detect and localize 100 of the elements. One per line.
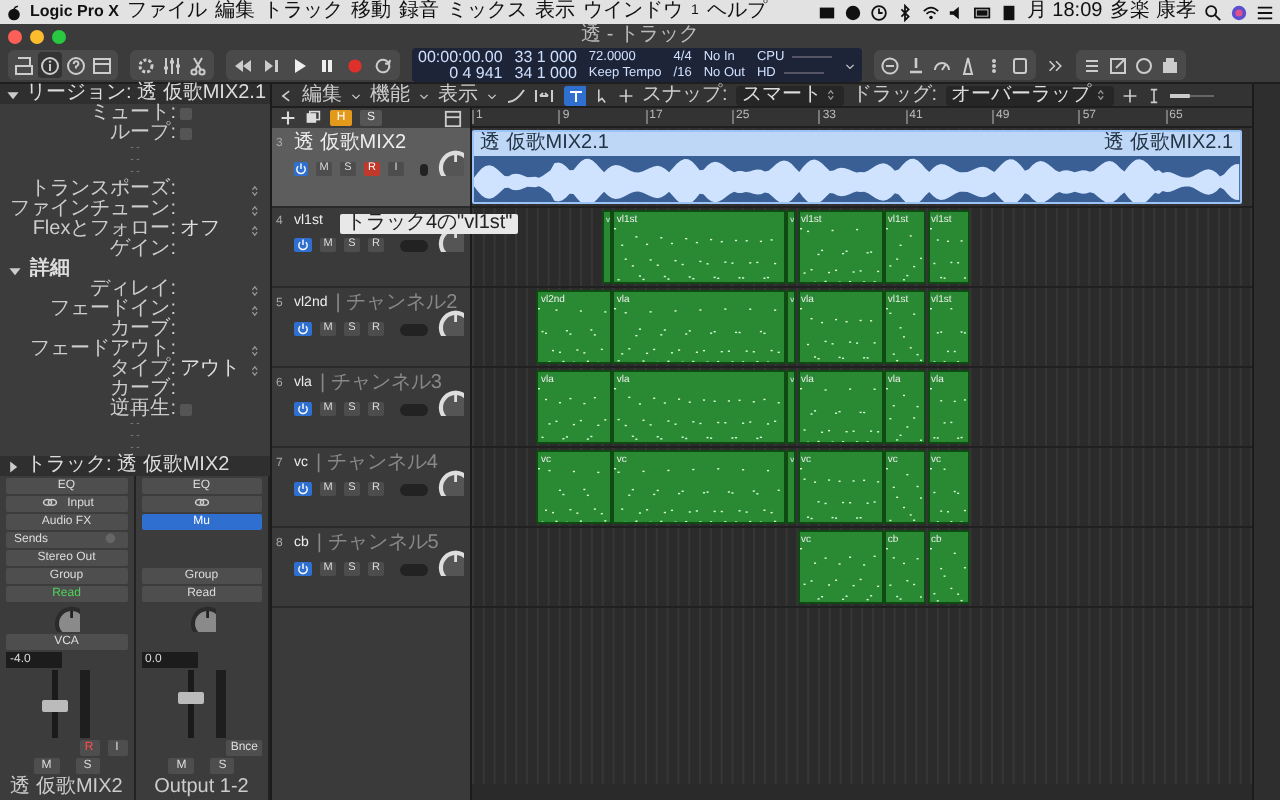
knob[interactable] (436, 147, 464, 175)
back-icon[interactable] (278, 85, 294, 105)
power-button[interactable] (294, 482, 312, 496)
bluetooth-icon[interactable] (896, 3, 915, 21)
tuner-button[interactable] (878, 52, 903, 78)
fader-handle[interactable] (42, 700, 69, 713)
scrollbar[interactable] (1252, 84, 1280, 800)
zoom-button[interactable] (52, 29, 66, 43)
knob[interactable] (187, 604, 216, 632)
knob[interactable] (436, 467, 464, 495)
notepad-icon (1108, 55, 1129, 75)
crosshair-icon[interactable] (618, 85, 634, 105)
stepper-icon[interactable] (250, 361, 262, 379)
toggle-switch[interactable] (400, 323, 428, 335)
browser-button[interactable] (1158, 52, 1183, 78)
menu-item[interactable]: ウインドウ (582, 2, 683, 22)
editor-button[interactable] (90, 52, 114, 78)
duplicate-icon[interactable] (304, 110, 322, 126)
minimize-button[interactable] (30, 29, 44, 43)
power-button[interactable] (294, 322, 312, 336)
add-icon[interactable] (280, 110, 296, 126)
close-button[interactable] (8, 29, 22, 43)
menu-item[interactable]: ファイル (126, 2, 207, 22)
curve-icon[interactable] (506, 85, 526, 105)
stepper-icon[interactable] (250, 341, 262, 359)
stepper-icon[interactable] (250, 201, 262, 219)
checkbox[interactable] (180, 128, 192, 140)
toggle-switch[interactable] (420, 163, 428, 175)
field-value[interactable]: アウト (180, 360, 240, 380)
menu-item[interactable]: 編集 (214, 2, 255, 22)
link-button[interactable] (141, 496, 262, 512)
field-label: ゲイン: (108, 240, 178, 260)
toggle-switch[interactable] (400, 403, 428, 415)
document-icon[interactable] (1000, 3, 1019, 21)
help-button[interactable] (64, 52, 88, 78)
channel-name: | チャンネル5 (316, 534, 439, 554)
audio-region[interactable]: 透 仮歌MIX2.1 透 仮歌MIX2.1 (472, 130, 1242, 204)
checkbox[interactable] (180, 404, 192, 416)
app-menu[interactable]: Logic Pro X (30, 2, 119, 22)
checkbox[interactable] (180, 108, 192, 120)
circle-icon[interactable] (844, 3, 863, 21)
system-menu-icon[interactable] (6, 3, 22, 21)
clock-text[interactable]: 月 18:09 (1026, 2, 1103, 22)
search-icon[interactable] (1204, 3, 1222, 21)
power-button[interactable] (294, 402, 312, 416)
list-icon[interactable] (1256, 3, 1274, 21)
stepper-icon[interactable] (250, 181, 262, 199)
snap-region-icon[interactable] (562, 85, 586, 105)
knob[interactable] (436, 547, 464, 575)
power-button[interactable] (294, 238, 312, 253)
power-icon (296, 482, 310, 496)
section-title[interactable]: 詳細 (30, 260, 70, 280)
tray-icon[interactable] (444, 109, 462, 127)
toggle-switch[interactable] (400, 483, 428, 495)
scissors-button[interactable] (186, 52, 210, 78)
toggle-switch[interactable] (400, 563, 428, 575)
disclosure-triangle-icon[interactable] (8, 263, 22, 277)
notepad-button[interactable] (1106, 52, 1131, 78)
clock-icon[interactable] (870, 3, 889, 21)
battery-icon[interactable] (974, 3, 993, 21)
orb-icon[interactable] (1230, 3, 1248, 21)
drag-dropdown[interactable]: オーバーラップ (945, 85, 1114, 105)
menu-item[interactable]: 移動 (350, 2, 391, 22)
power-button[interactable] (294, 562, 312, 576)
knob[interactable] (436, 387, 464, 415)
inspector-button[interactable] (38, 52, 62, 78)
level-meter (215, 670, 226, 738)
text-cursor-icon[interactable] (1145, 85, 1162, 105)
toggle-switch[interactable] (400, 239, 428, 252)
split-icon[interactable] (1121, 85, 1138, 105)
menu-item[interactable]: 表示 (534, 2, 575, 22)
replace-button[interactable] (1008, 52, 1033, 78)
loop-icon (1134, 55, 1155, 75)
cycle-icon (372, 55, 394, 75)
bracket-icon[interactable] (534, 85, 554, 105)
menu-dropdown[interactable]: 編集 (302, 85, 362, 105)
menu-dropdown[interactable]: 機能 (370, 85, 430, 105)
menu-item[interactable]: ミックス (446, 2, 527, 22)
field-label: ループ: (108, 124, 178, 144)
stepper-icon[interactable] (250, 221, 262, 239)
stepper-icon[interactable] (250, 301, 262, 319)
fader-handle[interactable] (177, 691, 204, 704)
power-button[interactable] (294, 162, 308, 176)
disclosure-triangle-icon[interactable] (6, 87, 20, 101)
library-button[interactable] (12, 52, 36, 78)
stepper-icon[interactable] (250, 281, 262, 299)
menu-item[interactable]: トラック (262, 2, 343, 22)
field-value[interactable]: オフ (180, 220, 220, 240)
box-icon[interactable] (818, 3, 837, 21)
loops-button[interactable] (1132, 52, 1157, 78)
browser-icon (1160, 55, 1181, 75)
mixer-button[interactable] (160, 52, 184, 78)
snap-dropdown[interactable]: スマート (735, 85, 844, 105)
menu-dropdown[interactable]: 表示 (438, 85, 498, 105)
double-chevron-icon[interactable] (1048, 55, 1065, 75)
knob[interactable] (436, 307, 464, 335)
region-label: 透 仮歌MIX2.1 (480, 132, 609, 156)
wifi-icon[interactable] (922, 3, 941, 21)
track-name[interactable]: 透 仮歌MIX2 (294, 134, 407, 154)
disclosure-triangle-icon[interactable] (6, 459, 20, 473)
